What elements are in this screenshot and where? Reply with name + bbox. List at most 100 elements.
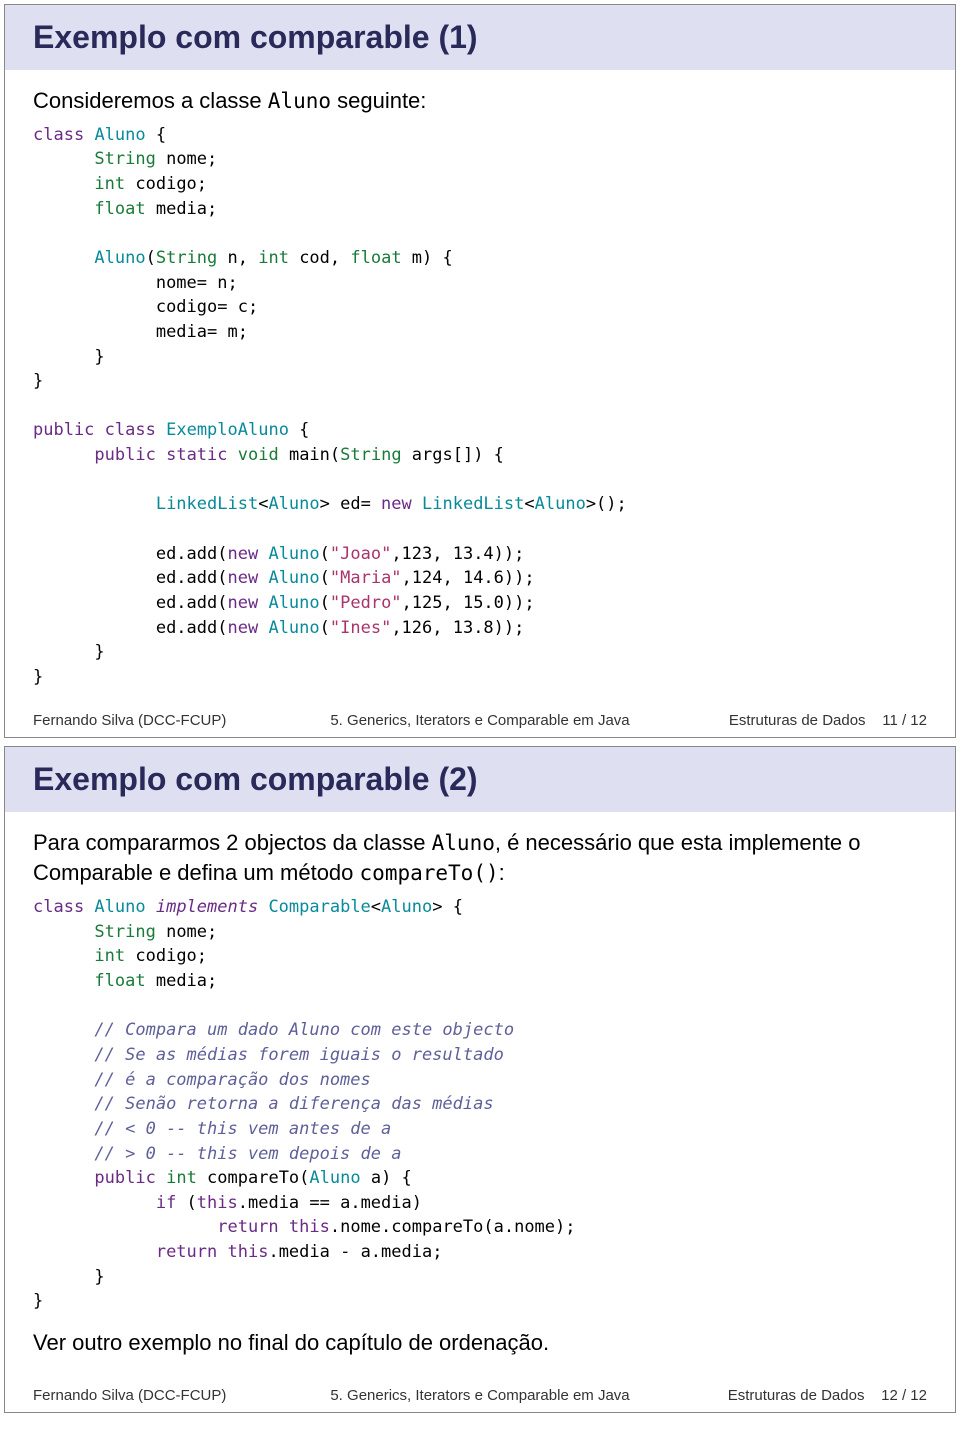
type: String <box>340 445 401 465</box>
classname: Aluno <box>268 568 319 588</box>
footer-label: Estruturas de Dados <box>729 712 866 729</box>
closing-text: Ver outro exemplo no final do capítulo d… <box>33 1328 927 1359</box>
code: ed.add( <box>156 593 228 613</box>
kw: public <box>94 1168 155 1188</box>
kw: this <box>197 1193 238 1213</box>
code: codigo; <box>125 174 207 194</box>
code: ,125, 15.0)); <box>402 593 535 613</box>
kw: new <box>227 618 258 638</box>
code: } <box>33 371 43 391</box>
kw: public <box>94 445 155 465</box>
code: } <box>33 1291 43 1311</box>
text: Para compararmos 2 objectos da classe <box>33 830 432 855</box>
kw: this <box>228 1242 269 1262</box>
code: } <box>33 667 43 687</box>
str: "Pedro" <box>330 593 402 613</box>
kw: new <box>381 494 412 514</box>
code: media= m; <box>156 322 248 342</box>
type: float <box>94 971 145 991</box>
classname: Aluno <box>268 593 319 613</box>
code: < <box>258 494 268 514</box>
code: } <box>94 642 104 662</box>
code: ,126, 13.8)); <box>391 618 524 638</box>
kw: if <box>156 1193 176 1213</box>
ctor: Aluno <box>94 248 145 268</box>
str: "Maria" <box>330 568 402 588</box>
comment: // Se as médias forem iguais o resultado <box>94 1045 503 1065</box>
code: > { <box>432 897 463 917</box>
type: String <box>94 149 155 169</box>
code: ed.add( <box>156 544 228 564</box>
kw: public <box>33 420 94 440</box>
code <box>217 1242 227 1262</box>
text: Consideremos a classe <box>33 88 268 113</box>
classname: LinkedList <box>422 494 524 514</box>
code: nome= n; <box>156 273 238 293</box>
kw: this <box>289 1217 330 1237</box>
code: ( <box>320 568 330 588</box>
code: ,123, 13.4)); <box>391 544 524 564</box>
code: nome; <box>156 922 217 942</box>
code <box>258 618 268 638</box>
comment: // é a comparação dos nomes <box>94 1070 370 1090</box>
slide-1: Exemplo com comparable (1) Consideremos … <box>4 4 956 738</box>
slide-title: Exemplo com comparable (2) <box>5 747 955 812</box>
intro-text: Para compararmos 2 objectos da classe Al… <box>33 828 927 890</box>
classname: Aluno <box>268 494 319 514</box>
classname: Aluno <box>268 618 319 638</box>
type: String <box>94 922 155 942</box>
type: void <box>238 445 279 465</box>
footer-title: 5. Generics, Iterators e Comparable em J… <box>257 1387 704 1404</box>
code: < <box>371 897 381 917</box>
slide-2: Exemplo com comparable (2) Para comparar… <box>4 746 956 1413</box>
kw: return <box>156 1242 217 1262</box>
classname: Aluno <box>94 125 145 145</box>
slide-footer: Fernando Silva (DCC-FCUP) 5. Generics, I… <box>33 706 927 737</box>
code: compareTo( <box>197 1168 310 1188</box>
code: > ed= <box>320 494 381 514</box>
str: "Ines" <box>330 618 391 638</box>
kw: class <box>33 897 84 917</box>
classname: Aluno <box>84 897 156 917</box>
code: .media - a.media; <box>268 1242 442 1262</box>
comment: // Compara um dado Aluno com este object… <box>94 1020 514 1040</box>
kw: static <box>166 445 227 465</box>
code: n, <box>217 248 258 268</box>
text: seguinte: <box>331 88 426 113</box>
code: { <box>146 125 166 145</box>
code: ( <box>146 248 156 268</box>
code-block-2: class Aluno implements Comparable<Aluno>… <box>33 895 927 1314</box>
classname: Aluno <box>381 897 432 917</box>
code: ,124, 14.6)); <box>402 568 535 588</box>
code <box>258 593 268 613</box>
code: main( <box>279 445 340 465</box>
code: media; <box>146 199 218 219</box>
code: nome; <box>156 149 217 169</box>
mono-text: compareTo() <box>360 861 499 885</box>
comment: // > 0 -- this vem depois de a <box>94 1144 401 1164</box>
code: ) { <box>422 248 453 268</box>
slide-title: Exemplo com comparable (1) <box>5 5 955 70</box>
comment: // < 0 -- this vem antes de a <box>94 1119 391 1139</box>
footer-author: Fernando Silva (DCC-FCUP) <box>33 1387 257 1404</box>
classname: Aluno <box>309 1168 360 1188</box>
type: float <box>350 248 401 268</box>
code: >(); <box>586 494 627 514</box>
page-num: 11 / 12 <box>882 712 927 729</box>
footer-title: 5. Generics, Iterators e Comparable em J… <box>257 712 704 729</box>
code: args[]) { <box>402 445 504 465</box>
code: ed.add( <box>156 618 228 638</box>
classname: Comparable <box>258 897 371 917</box>
text: : <box>499 860 505 885</box>
kw: new <box>227 593 258 613</box>
code: .nome.compareTo(a.nome); <box>330 1217 576 1237</box>
type: int <box>258 248 289 268</box>
footer-author: Fernando Silva (DCC-FCUP) <box>33 712 257 729</box>
code <box>412 494 422 514</box>
code: < <box>524 494 534 514</box>
str: "Joao" <box>330 544 391 564</box>
comment: // Senão retorna a diferença das médias <box>94 1094 493 1114</box>
kw: new <box>227 568 258 588</box>
code: m <box>402 248 422 268</box>
type: int <box>94 946 125 966</box>
